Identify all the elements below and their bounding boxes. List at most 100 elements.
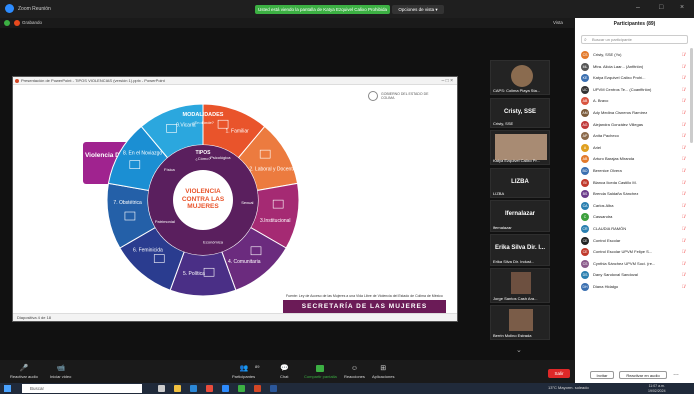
participant-list-scrollbar[interactable] [690,48,693,143]
participant-row[interactable]: CS Cristy, SSE (Yo) 🎙̸ [575,49,688,61]
participant-name: Carlos Alba [593,202,614,208]
view-options-button[interactable]: Opciones de vista ▾ [392,5,444,14]
video-tile-name: Berrin Molino Estrada [493,333,532,338]
participant-row[interactable]: DH Diana Hidalgo 🎙̸ [575,281,688,293]
participant-row[interactable]: CE Control Escolar UPVM Felipe S... 🎙̸ [575,246,688,258]
muted-mic-icon: 🎙̸ [681,225,685,231]
participant-row[interactable]: C Cassandra 🎙̸ [575,211,688,223]
video-tile-2[interactable]: Cristy, SSE Cristy, SSE [490,98,550,128]
security-shield-icon[interactable] [4,20,10,26]
reactions-icon: ☺ [350,365,359,372]
apps-button[interactable]: ⊞ Aplicaciones [372,365,394,379]
participant-row[interactable]: UC UPVM Centros Te... (Coanfitrión) 🎙̸ [575,84,688,96]
participant-search-input[interactable]: ⌕ Buscar un participante [581,35,688,44]
unmute-all-button[interactable]: Reactivar en audio [619,371,667,379]
participant-row[interactable]: AP Anita Pacheco 🎙̸ [575,130,688,142]
system-clock[interactable]: 11:07 a.m. 19/02/2024 [648,384,666,393]
modalidad-label: 3.Institucional [260,218,291,224]
recording-icon[interactable] [14,20,20,26]
participant-row[interactable]: AM Ady Medina Cisneros Ramírez 🎙̸ [575,107,688,119]
chevron-down-icon[interactable]: ⌄ [516,346,522,354]
invite-button[interactable]: Invitar [590,371,614,379]
participant-name: Mtra. Alicia Laar... (Anfitrión) [593,63,644,69]
participant-name: CLAUDIA RAMÓN [593,225,627,231]
video-tile-1[interactable]: CAPS: Colima Playa Sta... [490,60,550,95]
video-tile-name: lfernalazar [493,225,512,230]
participant-avatar: KE [581,74,589,83]
video-tile-7[interactable]: Jorge Santos Cash Ara... [490,268,550,303]
maximize-icon[interactable]: □ [659,4,663,11]
windows-start-icon[interactable] [4,385,11,392]
video-tile-6[interactable]: Erika Silva Dir. I... Erika Silva Dir. I… [490,234,550,266]
windows-taskbar: Buscar 13°C Mayorm. soleado 11:07 a.m. 19… [0,383,694,394]
video-tile-3[interactable]: Katya Ezquivel Calixo Pr... [490,130,550,165]
participant-list: CS Cristy, SSE (Yo) 🎙̸ ML Mtra. Alicia Laar.… [575,49,688,292]
chat-button[interactable]: 💬 Chat [280,365,289,379]
unmute-button[interactable]: 🎤 Reactivar audio [10,365,38,379]
participant-row[interactable]: BI Blanca Ilceda Castillo M. 🎙̸ [575,177,688,189]
participant-photo [509,309,533,331]
participant-avatar: BO [581,166,589,175]
taskbar-search-input[interactable]: Buscar [22,384,142,393]
clock-time: 11:07 a.m. [648,384,665,388]
participant-row[interactable]: BO Berenice Olvera 🎙̸ [575,165,688,177]
participant-name: Diana Hidalgo [593,283,619,289]
leave-meeting-button[interactable]: Salir [548,369,570,378]
word-icon[interactable] [270,385,277,392]
participant-row[interactable]: CE Control Escolar 🎙̸ [575,235,688,247]
participant-avatar: DS [581,271,589,280]
secretaria-banner: SECRETARÍA DE LAS MUJERES [283,300,446,314]
powerpoint-app-icon[interactable] [254,385,261,392]
share-screen-label: Compartir pantalla [304,374,337,379]
task-view-icon[interactable] [158,385,165,392]
chat-icon: 💬 [280,365,289,372]
powerpoint-window: Presentación de PowerPoint - TIPOS VIOLE… [12,76,458,322]
excel-icon[interactable] [238,385,245,392]
video-tile-big-name: Erika Silva Dir. I... [494,245,546,251]
tipos-subheading: ¿Cómo? [195,156,211,161]
recording-label: Grabando [22,20,43,25]
participant-row[interactable]: AB A. Bravo 🎙̸ [575,95,688,107]
participant-row[interactable]: CS Cynthia Sánchez UPVM Soci. (re... 🎙̸ [575,258,688,270]
modalidad-label: 7. Obstétrica [113,200,142,206]
video-tile-name: LIZBA [493,191,505,196]
close-icon[interactable]: × [680,4,684,11]
view-button[interactable]: Vista [553,20,563,25]
weather-tray[interactable]: 13°C Mayorm. soleado [548,385,589,390]
more-options-icon[interactable]: … [673,371,679,377]
participant-row[interactable]: AB Arturo Barajas Miranda 🎙̸ [575,153,688,165]
muted-mic-icon: 🎙̸ [681,121,685,127]
participant-row[interactable]: CA Carlos Alba 🎙̸ [575,200,688,212]
participant-search-placeholder: Buscar un participante [592,37,632,42]
participant-row[interactable]: DS Dany Sandoval Sandoval 🎙̸ [575,269,688,281]
participant-avatar: DH [581,282,589,291]
participant-row[interactable]: AG Alejandra González Villegas 🎙̸ [575,119,688,131]
participant-name: Blanca Ilceda Castillo M. [593,179,637,185]
participant-row[interactable]: BS Brenda Saldaña Sánchez 🎙̸ [575,188,688,200]
muted-mic-icon: 🎙̸ [681,109,685,115]
powerpoint-statusbar: Diapositiva 4 de 18 [13,313,457,321]
share-screen-button[interactable]: Compartir pantalla [304,365,337,379]
zoom-logo-icon [5,4,14,13]
video-tile-5[interactable]: lfernalazar lfernalazar [490,200,550,232]
participants-button[interactable]: 👥 Participantes [232,365,255,379]
reactions-button[interactable]: ☺ Reacciones [344,365,365,379]
minimize-icon[interactable]: – [636,4,640,11]
tipo-label: Económica [203,239,224,244]
edge-icon[interactable] [190,385,197,392]
apps-label: Aplicaciones [372,374,395,379]
participant-row[interactable]: ML Mtra. Alicia Laar... (Anfitrión) 🎙̸ [575,61,688,73]
participant-row[interactable]: KE Katya Ezquivel Calixo Prohi... 🎙̸ [575,72,688,84]
chrome-icon[interactable] [206,385,213,392]
file-explorer-icon[interactable] [174,385,181,392]
powerpoint-window-controls-icon[interactable]: – □ × [442,77,454,85]
muted-mic-icon: 🎙̸ [681,179,685,185]
center-title: VIOLENCIA CONTRA LAS MUJERES [181,188,225,210]
participant-row[interactable]: CR CLAUDIA RAMÓN 🎙̸ [575,223,688,235]
start-video-button[interactable]: 📹 Iniciar video [50,365,71,379]
participant-name: Ady Medina Cisneros Ramírez [593,109,648,115]
participant-row[interactable]: A Ariel 🎙̸ [575,142,688,154]
video-tile-4[interactable]: LIZBA LIZBA [490,168,550,198]
zoom-app-icon[interactable] [222,385,229,392]
video-tile-8[interactable]: Berrin Molino Estrada [490,305,550,340]
